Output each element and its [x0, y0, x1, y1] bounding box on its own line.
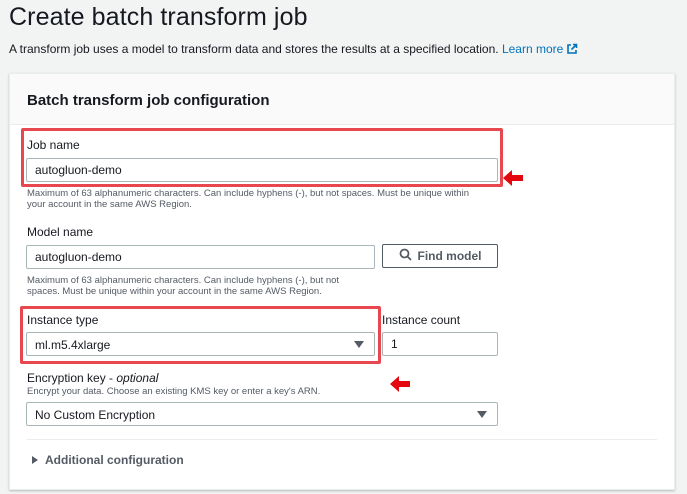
learn-more-label: Learn more — [501, 42, 564, 56]
highlight-instance-type — [20, 306, 381, 364]
encryption-label-text: Encryption key - — [27, 371, 117, 385]
caret-down-icon — [477, 411, 487, 418]
encryption-label: Encryption key - optional — [27, 371, 158, 385]
encryption-value: No Custom Encryption — [35, 408, 156, 422]
model-name-hint-line2: spaces. Must be unique within your accou… — [27, 286, 322, 297]
job-name-hint: Maximum of 63 alphanumeric characters. C… — [27, 188, 469, 210]
model-name-hint: Maximum of 63 alphanumeric characters. C… — [27, 275, 339, 297]
red-arrow-icon — [503, 170, 523, 186]
instance-count-label: Instance count — [382, 313, 461, 327]
job-name-hint-line2: your account in the same AWS Region. — [27, 199, 192, 210]
page-title: Create batch transform job — [9, 3, 308, 31]
additional-configuration-toggle[interactable]: Additional configuration — [32, 453, 184, 467]
find-model-label: Find model — [417, 249, 482, 263]
learn-more-link[interactable]: Learn more — [502, 42, 578, 56]
external-link-icon — [566, 43, 578, 58]
panel-header: Batch transform job configuration — [10, 74, 674, 125]
description-text: A transform job uses a model to transfor… — [9, 42, 499, 56]
encryption-hint: Encrypt your data. Choose an existing KM… — [27, 386, 321, 397]
encryption-optional-text: optional — [116, 371, 159, 385]
divider — [27, 439, 657, 440]
search-icon — [399, 248, 412, 264]
model-name-label: Model name — [27, 225, 94, 239]
additional-configuration-label: Additional configuration — [45, 453, 184, 467]
page-description: A transform job uses a model to transfor… — [9, 42, 578, 58]
instance-count-input[interactable] — [382, 332, 498, 356]
red-arrow-icon — [390, 376, 410, 392]
find-model-button[interactable]: Find model — [382, 244, 498, 268]
model-name-input[interactable] — [26, 245, 375, 269]
highlight-job-name — [21, 128, 503, 187]
encryption-select[interactable]: No Custom Encryption — [26, 402, 498, 426]
panel-title: Batch transform job configuration — [27, 92, 270, 109]
job-name-hint-line1: Maximum of 63 alphanumeric characters. C… — [27, 188, 469, 199]
model-name-hint-line1: Maximum of 63 alphanumeric characters. C… — [27, 275, 340, 286]
caret-right-icon — [32, 456, 38, 464]
